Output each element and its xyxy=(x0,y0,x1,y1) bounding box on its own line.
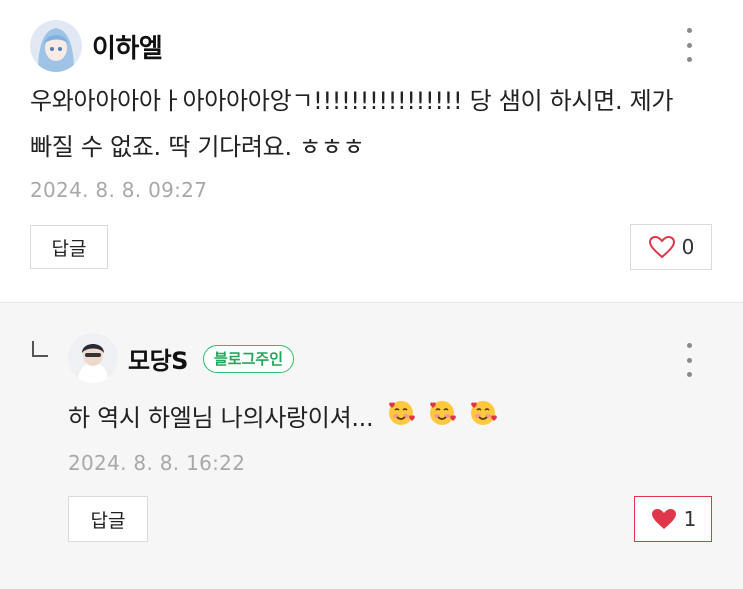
heart-filled-icon xyxy=(651,509,676,529)
smiling-face-with-hearts-icon xyxy=(428,396,456,442)
comment-text-line: 빠질 수 없죠. 딱 기다려요. ㅎㅎㅎ xyxy=(30,133,365,161)
author-name[interactable]: 모당S xyxy=(128,341,188,376)
reply-arrow-icon xyxy=(32,341,48,357)
timestamp: 2024. 8. 8. 16:22 xyxy=(68,451,246,475)
smiling-face-with-hearts-icon xyxy=(387,396,415,442)
more-vertical-icon[interactable] xyxy=(685,28,693,62)
like-button[interactable]: 0 xyxy=(630,224,712,270)
comment-2-reply: 모당S 블로그주인 하 역시 하엘님 나의사랑이셔... 2024. 8. 8.… xyxy=(0,303,743,589)
reply-button[interactable]: 답글 xyxy=(30,225,108,269)
comment-1: 이하엘 우와아아아아ㅏ아아아아앙ㄱ!!!!!!!!!!!!!!!! 당 샘이 하… xyxy=(0,0,743,303)
comment-text-line: 하 역시 하엘님 나의사랑이셔... xyxy=(68,404,374,432)
timestamp: 2024. 8. 8. 09:27 xyxy=(30,178,208,202)
reply-button[interactable]: 답글 xyxy=(68,496,148,542)
anime-avatar-icon xyxy=(30,20,82,72)
photo-avatar-icon xyxy=(68,333,118,383)
comment-text: 하 역시 하엘님 나의사랑이셔... xyxy=(68,395,708,442)
more-vertical-icon[interactable] xyxy=(685,343,693,377)
smiling-face-with-hearts-icon xyxy=(469,396,498,442)
like-button[interactable]: 1 xyxy=(634,496,712,542)
heart-outline-icon xyxy=(648,235,675,259)
avatar[interactable] xyxy=(68,333,118,383)
comment-text: 우와아아아아ㅏ아아아아앙ㄱ!!!!!!!!!!!!!!!! 당 샘이 하시면. … xyxy=(30,78,720,170)
owner-badge: 블로그주인 xyxy=(203,345,295,373)
author-name[interactable]: 이하엘 xyxy=(92,28,163,65)
like-count: 0 xyxy=(681,235,695,259)
like-count: 1 xyxy=(683,507,697,531)
avatar[interactable] xyxy=(30,20,82,72)
comment-text-line: 우와아아아아ㅏ아아아아앙ㄱ!!!!!!!!!!!!!!!! 당 샘이 하시면. … xyxy=(30,87,674,115)
